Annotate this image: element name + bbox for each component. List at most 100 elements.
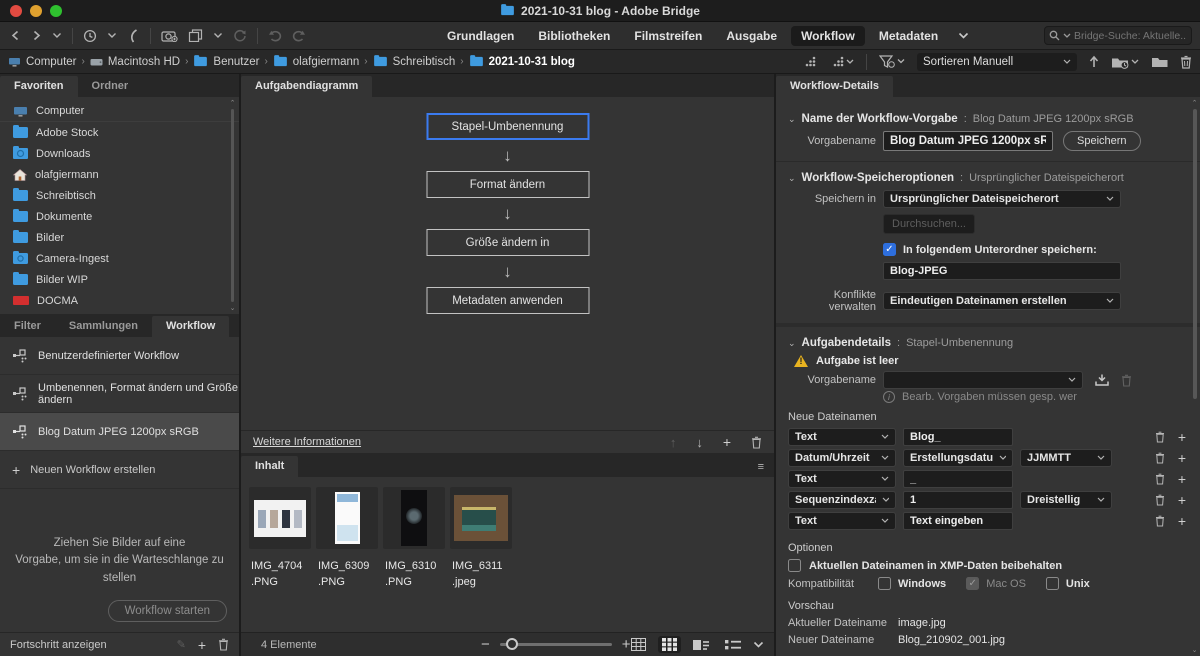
history-chevron-down-icon[interactable] — [107, 32, 117, 39]
row-add-icon[interactable]: + — [1178, 430, 1186, 444]
row4-type-dropdown[interactable]: Sequenzindexzahl — [788, 491, 896, 509]
favorite-item-bilder[interactable]: Bilder — [0, 227, 239, 248]
delete-task-icon[interactable] — [751, 436, 762, 449]
move-down-icon[interactable]: ↓ — [696, 436, 703, 449]
row-delete-icon[interactable] — [1155, 431, 1165, 443]
content-menu-icon[interactable]: ≡ — [758, 461, 774, 477]
row-add-icon[interactable]: + — [1178, 472, 1186, 486]
row-add-icon[interactable]: + — [1178, 451, 1186, 465]
breadcrumb-benutzer[interactable]: Benutzer — [193, 56, 259, 68]
close-icon[interactable] — [10, 5, 22, 17]
row4-digits-dropdown[interactable]: Dreistellig — [1020, 491, 1112, 509]
conflict-dropdown[interactable]: Eindeutigen Dateinamen erstellen — [883, 292, 1121, 310]
row2-value-dropdown[interactable]: Erstellungsdatum — [903, 449, 1013, 467]
row2-format-dropdown[interactable]: JJMMTT — [1020, 449, 1112, 467]
save-preset-icon[interactable] — [1095, 374, 1109, 386]
compat-unix-checkbox[interactable] — [1046, 577, 1059, 590]
collapse-chevron-icon[interactable]: ⌄ — [788, 173, 796, 184]
collapse-chevron-icon[interactable]: ⌄ — [788, 114, 796, 125]
workflow-item-rename-format-resize[interactable]: Umbenennen, Format ändern und Größe ände… — [0, 375, 239, 413]
row-delete-icon[interactable] — [1155, 494, 1165, 506]
photo-downloader-icon[interactable] — [161, 29, 178, 42]
task-preset-dropdown[interactable] — [883, 371, 1083, 389]
scroll-up-icon[interactable]: ⌃ — [1192, 99, 1198, 107]
filter-funnel-icon[interactable] — [879, 55, 905, 69]
recent-files-icon[interactable] — [1111, 55, 1139, 69]
row-delete-icon[interactable] — [1155, 515, 1165, 527]
row-add-icon[interactable]: + — [1178, 493, 1186, 507]
details-scrollbar[interactable]: ⌃ ⌄ — [1190, 99, 1199, 654]
undo-icon[interactable] — [268, 29, 282, 42]
row1-text-input[interactable] — [903, 428, 1013, 446]
tab-inhalt[interactable]: Inhalt — [241, 456, 298, 477]
row5-text-input[interactable] — [903, 512, 1013, 530]
tab-sammlungen[interactable]: Sammlungen — [55, 316, 152, 337]
add-icon[interactable]: + — [198, 638, 206, 652]
scroll-up-icon[interactable]: ⌃ — [230, 99, 236, 107]
tab-grundlagen[interactable]: Grundlagen — [437, 26, 524, 46]
section-task-header[interactable]: ⌄ Aufgabendetails : Stapel-Umbenennung — [788, 337, 1186, 349]
row3-type-dropdown[interactable]: Text — [788, 470, 896, 488]
recent-history-icon[interactable] — [83, 29, 97, 43]
workflow-start-button[interactable]: Workflow starten — [108, 600, 227, 622]
xmp-checkbox[interactable] — [788, 559, 801, 572]
thumbnail-img-4704[interactable] — [249, 487, 311, 549]
forward-icon[interactable] — [31, 30, 42, 41]
tab-metadaten[interactable]: Metadaten — [869, 26, 948, 46]
nav-chevron-down-icon[interactable] — [52, 32, 62, 39]
batch-chevron-down-icon[interactable] — [213, 32, 223, 39]
breadcrumb-computer[interactable]: Computer — [8, 56, 77, 68]
destination-dropdown[interactable]: Ursprünglicher Dateispeicherort — [883, 190, 1121, 208]
refresh-icon[interactable] — [233, 29, 247, 43]
collapse-chevron-icon[interactable]: ⌄ — [788, 338, 796, 349]
rating-filter-icon[interactable] — [802, 55, 818, 68]
tab-bibliotheken[interactable]: Bibliotheken — [528, 26, 620, 46]
scroll-down-icon[interactable]: ⌄ — [1192, 646, 1198, 654]
tab-filter[interactable]: Filter — [0, 316, 55, 337]
thumbnail-img-6309[interactable] — [316, 487, 378, 549]
favorite-item-downloads[interactable]: Downloads — [0, 143, 239, 164]
more-info-link[interactable]: Weitere Informationen — [253, 436, 361, 448]
row-delete-icon[interactable] — [1155, 473, 1165, 485]
move-up-icon[interactable]: ↑ — [670, 436, 677, 449]
boomerang-icon[interactable] — [127, 29, 140, 43]
new-folder-icon[interactable] — [1151, 55, 1168, 68]
diagram-node-stapel-umbenennung[interactable]: Stapel-Umbenennung — [426, 113, 589, 140]
tab-aufgabendiagramm[interactable]: Aufgabendiagramm — [241, 76, 372, 97]
tab-filmstreifen[interactable]: Filmstreifen — [624, 26, 712, 46]
diagram-node-metadaten-anwenden[interactable]: Metadaten anwenden — [426, 287, 589, 314]
redo-icon[interactable] — [292, 29, 306, 42]
sort-direction-icon[interactable] — [1089, 55, 1099, 68]
subfolder-input[interactable] — [883, 262, 1121, 280]
breadcrumb-schreibtisch[interactable]: Schreibtisch — [373, 56, 456, 68]
breadcrumb-olafgiermann[interactable]: olafgiermann — [273, 56, 359, 68]
row1-type-dropdown[interactable]: Text — [788, 428, 896, 446]
row5-type-dropdown[interactable]: Text — [788, 512, 896, 530]
workflow-item-blog-datum[interactable]: Blog Datum JPEG 1200px sRGB — [0, 413, 239, 451]
favorites-scrollbar[interactable]: ⌃ ⌄ — [228, 99, 237, 312]
list-view-icon[interactable] — [721, 637, 745, 653]
favorite-item-olafgiermann[interactable]: olafgiermann — [0, 164, 239, 185]
thumbnail-size-slider[interactable] — [500, 643, 612, 646]
tab-workflow[interactable]: Workflow — [791, 26, 865, 46]
add-task-icon[interactable]: + — [723, 435, 731, 449]
zoom-in-icon[interactable]: + — [622, 636, 631, 653]
subfolder-checkbox[interactable]: ✓ — [883, 243, 896, 256]
batch-icon[interactable] — [188, 29, 203, 42]
thumbnail-view-icon[interactable] — [658, 636, 681, 653]
edit-pencil-icon[interactable]: ✎ — [177, 638, 186, 651]
slider-knob[interactable] — [506, 638, 518, 650]
search-input[interactable] — [1074, 30, 1187, 42]
tab-workflow-panel[interactable]: Workflow — [152, 316, 229, 337]
trash-icon[interactable] — [218, 638, 229, 651]
row4-number-input[interactable] — [903, 491, 1013, 509]
compat-windows-checkbox[interactable] — [878, 577, 891, 590]
view-chevron-down-icon[interactable] — [753, 641, 764, 649]
details-view-icon[interactable] — [689, 637, 713, 653]
diagram-node-format-aendern[interactable]: Format ändern — [426, 171, 589, 198]
favorite-item-docma[interactable]: DOCMA — [0, 290, 239, 311]
minimize-icon[interactable] — [30, 5, 42, 17]
row2-type-dropdown[interactable]: Datum/Uhrzeit — [788, 449, 896, 467]
row-delete-icon[interactable] — [1155, 452, 1165, 464]
diagram-node-groesse-aendern[interactable]: Größe ändern in — [426, 229, 589, 256]
